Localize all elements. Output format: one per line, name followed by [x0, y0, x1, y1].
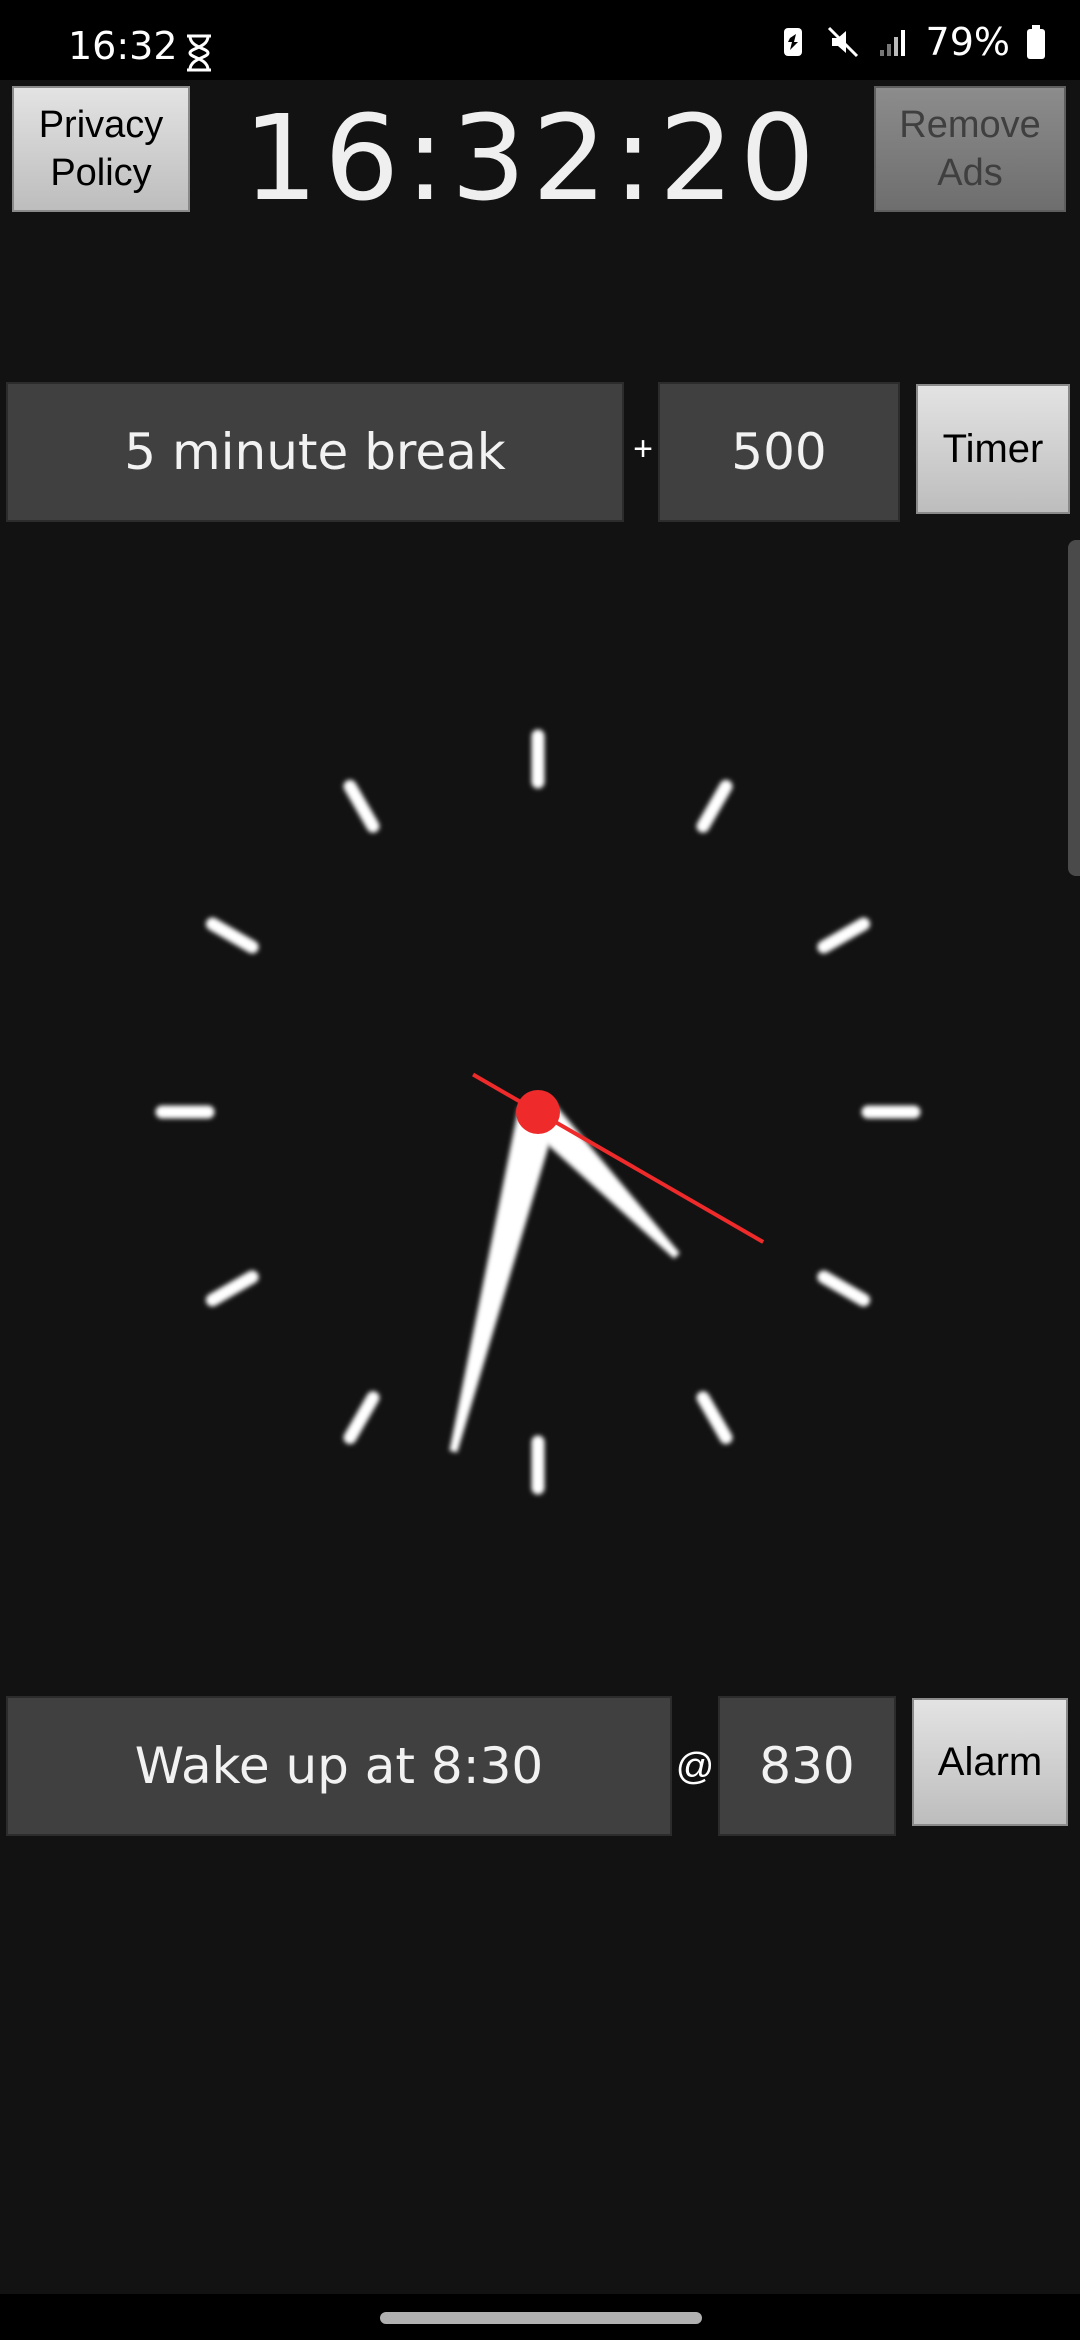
remove-ads-button[interactable]: Remove Ads: [874, 86, 1066, 212]
clock-tick: [343, 779, 380, 833]
scroll-handle[interactable]: [1068, 540, 1080, 876]
battery-saver-icon: [783, 28, 802, 56]
alarm-time-field[interactable]: 830: [718, 1696, 896, 1836]
hourglass-icon: [187, 34, 211, 72]
battery-icon: [1027, 25, 1045, 59]
battery-percentage: 79%: [925, 20, 1010, 64]
clock-tick: [696, 1391, 733, 1445]
privacy-policy-button[interactable]: Privacy Policy: [12, 86, 190, 212]
alarm-label-field[interactable]: Wake up at 8:30: [6, 1696, 672, 1836]
alarm-button[interactable]: Alarm: [912, 1698, 1068, 1826]
clock-tick: [817, 917, 871, 954]
timer-label-field[interactable]: 5 minute break: [6, 382, 624, 522]
clock-tick: [205, 917, 259, 954]
digital-clock: 16:32:20: [243, 89, 821, 227]
clock-tick: [696, 779, 733, 833]
status-time: 16:32: [68, 24, 178, 68]
analog-clock: [155, 729, 921, 1495]
clock-center-cap: [516, 1090, 560, 1134]
timer-button[interactable]: Timer: [916, 384, 1070, 514]
alarm-at-sign: @: [675, 1746, 715, 1788]
clock-tick: [343, 1391, 380, 1445]
timer-duration-field[interactable]: 500: [658, 382, 900, 522]
status-bar: 16:32 79%: [0, 0, 1080, 80]
status-icons: 79%: [776, 20, 1046, 64]
mute-icon: [827, 26, 858, 58]
signal-icon: [879, 30, 905, 56]
clock-tick: [205, 1270, 259, 1307]
timer-plus-sign: +: [633, 430, 653, 468]
minute-hand: [449, 1107, 558, 1453]
clock-tick: [817, 1270, 871, 1307]
home-indicator[interactable]: [380, 2312, 702, 2324]
